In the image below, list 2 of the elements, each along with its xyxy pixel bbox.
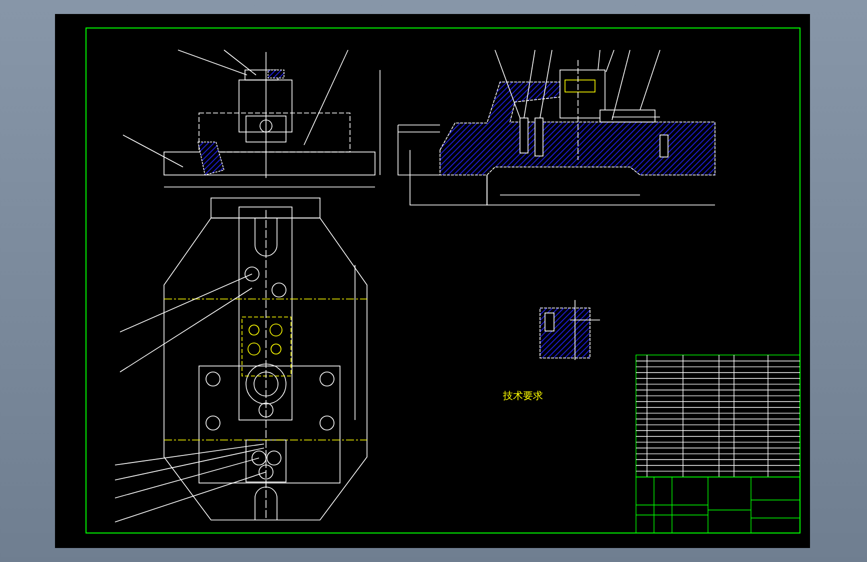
notes-title: 技术要求 [503, 392, 543, 402]
detail-view-drawing [540, 300, 600, 360]
